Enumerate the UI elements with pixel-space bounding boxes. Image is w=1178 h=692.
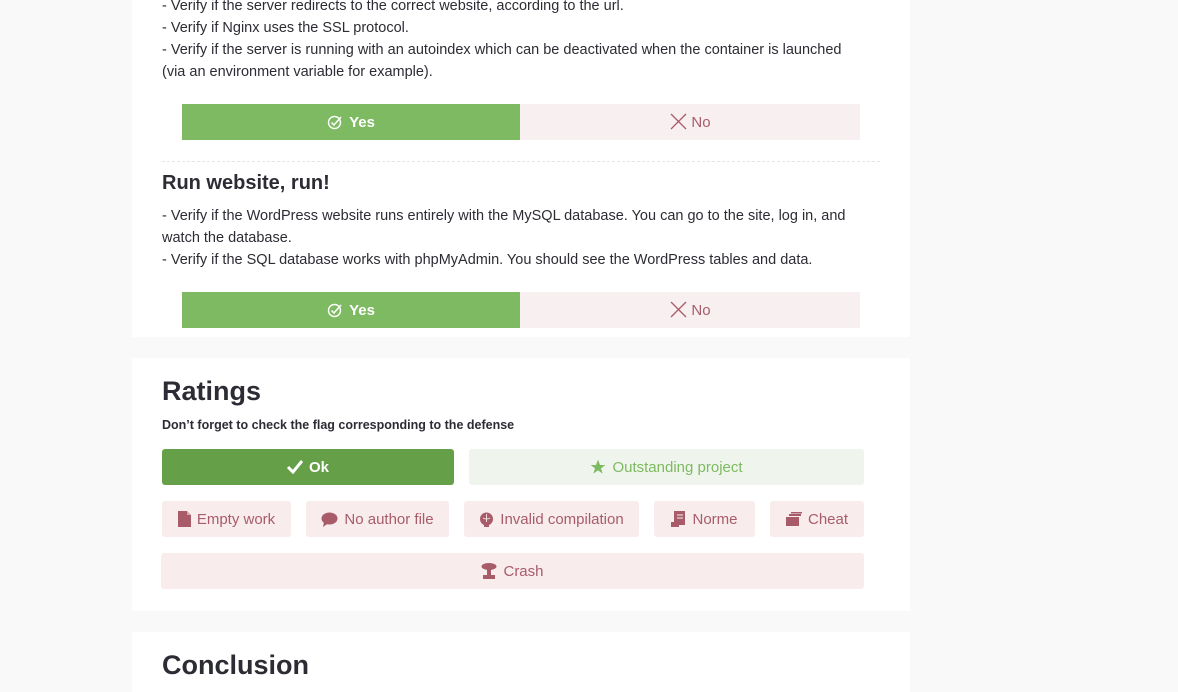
yes-label: Yes — [349, 301, 375, 319]
flag-crash-button[interactable]: Crash — [161, 553, 864, 589]
outstanding-project-button[interactable]: Outstanding project — [469, 449, 864, 485]
check-circle-icon — [327, 114, 343, 130]
block2-yes-button[interactable]: Yes — [182, 292, 520, 328]
block2-yes-no: Yes No — [182, 292, 860, 328]
ratings-title: Ratings — [162, 376, 262, 406]
brain-icon — [479, 512, 494, 527]
explosion-icon — [481, 563, 497, 579]
flag-label: No author file — [344, 510, 434, 528]
yes-label: Yes — [349, 113, 375, 131]
check-circle-icon — [327, 302, 343, 318]
conclusion-title: Conclusion — [162, 650, 309, 680]
checkmark-icon — [286, 460, 303, 474]
block1-line: - Verify if Nginx uses the SSL protocol. — [162, 20, 409, 36]
section-title: Run website, run! — [162, 172, 330, 194]
scroll-icon — [671, 511, 686, 527]
flag-invalid-compilation-button[interactable]: Invalid compilation — [464, 501, 639, 537]
block1-yes-no: Yes No — [182, 104, 860, 140]
no-label: No — [691, 301, 711, 319]
ok-button[interactable]: Ok — [162, 449, 454, 485]
block1-line: - Verify if the server redirects to the … — [162, 0, 624, 14]
close-icon — [669, 113, 687, 131]
flag-label: Cheat — [807, 510, 849, 528]
flag-label: Invalid compilation — [500, 510, 624, 528]
outstanding-label: Outstanding project — [612, 458, 743, 476]
block1-no-button[interactable]: No — [520, 104, 860, 140]
block1-line: - Verify if the server is running with a… — [162, 42, 842, 80]
divider — [162, 161, 880, 162]
flag-empty-work-button[interactable]: Empty work — [162, 501, 291, 537]
flag-no-author-file-button[interactable]: No author file — [306, 501, 449, 537]
star-icon — [590, 459, 606, 475]
file-icon — [177, 511, 191, 527]
conclusion-card: Conclusion — [132, 632, 910, 692]
evaluation-card: - Verify if the server redirects to the … — [132, 0, 910, 337]
block2-line: - Verify if the SQL database works with … — [162, 252, 813, 268]
flag-norme-button[interactable]: Norme — [654, 501, 755, 537]
block1-description: - Verify if the server redirects to the … — [162, 0, 867, 83]
flag-label: Norme — [692, 510, 738, 528]
block2-description: - Verify if the WordPress website runs e… — [162, 205, 867, 271]
block2-line: - Verify if the WordPress website runs e… — [162, 208, 846, 246]
flag-label: Empty work — [196, 510, 276, 528]
copy-icon — [785, 512, 802, 526]
comment-icon — [321, 512, 338, 527]
flag-cheat-button[interactable]: Cheat — [770, 501, 864, 537]
close-icon — [669, 301, 687, 319]
no-label: No — [691, 113, 711, 131]
block1-yes-button[interactable]: Yes — [182, 104, 520, 140]
ok-label: Ok — [308, 458, 329, 476]
flag-label: Crash — [503, 562, 544, 580]
block2-no-button[interactable]: No — [520, 292, 860, 328]
ratings-subtitle: Don’t forget to check the flag correspon… — [162, 418, 515, 432]
ratings-card: Ratings Don’t forget to check the flag c… — [132, 358, 910, 611]
